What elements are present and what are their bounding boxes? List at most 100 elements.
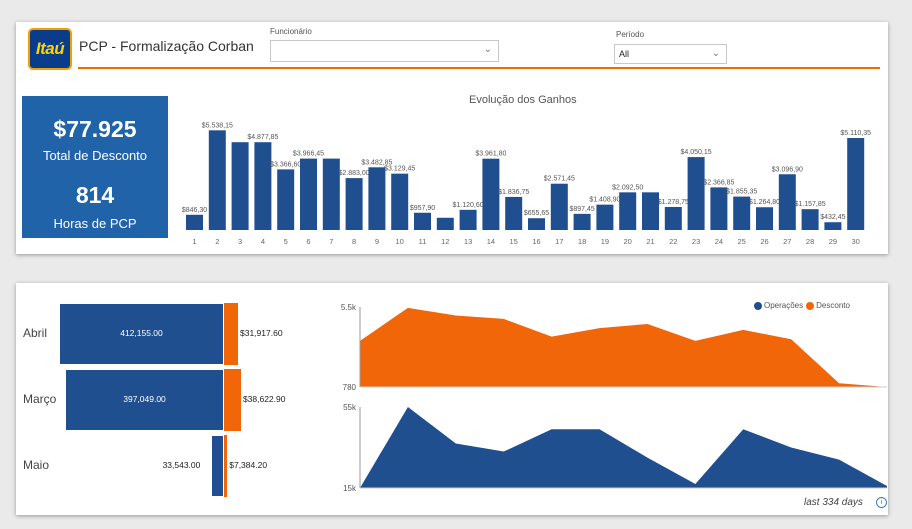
y-tick-label: 55k bbox=[343, 403, 357, 412]
bar-chart-title: Evolução dos Ganhos bbox=[469, 94, 577, 106]
data-label: $1.264,80 bbox=[749, 199, 780, 206]
data-label: $1.836,75 bbox=[498, 189, 529, 196]
data-label: $957,90 bbox=[410, 205, 435, 212]
x-tick-label: 9 bbox=[375, 237, 379, 246]
funnel-desconto-value: $7,384.20 bbox=[229, 460, 268, 470]
bar[interactable] bbox=[664, 206, 682, 230]
bar[interactable] bbox=[596, 204, 614, 230]
page-title: PCP - Formalização Corban bbox=[79, 38, 254, 54]
funnel-bar-desconto[interactable] bbox=[224, 435, 228, 497]
bar[interactable] bbox=[687, 157, 705, 230]
funnel-bar-desconto[interactable] bbox=[224, 369, 241, 431]
x-tick-label: 4 bbox=[261, 237, 265, 246]
funnel-category: Março bbox=[23, 392, 57, 406]
data-label: $3.966,45 bbox=[293, 151, 324, 158]
bar[interactable] bbox=[254, 142, 272, 230]
data-label: $5.538,15 bbox=[202, 122, 233, 129]
x-tick-label: 22 bbox=[669, 237, 677, 246]
bar[interactable] bbox=[368, 167, 386, 230]
area-series-operações[interactable] bbox=[360, 407, 887, 488]
x-tick-label: 3 bbox=[238, 237, 242, 246]
funnel-operacoes-value: 33,543.00 bbox=[162, 460, 201, 470]
x-tick-label: 12 bbox=[441, 237, 449, 246]
x-tick-label: 23 bbox=[692, 237, 700, 246]
funnel-desconto-value: $38,622.90 bbox=[242, 394, 286, 404]
data-label: $4.877,85 bbox=[247, 134, 278, 141]
bar[interactable] bbox=[847, 138, 865, 230]
bottom-panel: Abril 412,155.00 $31,917.60 Março 397,049.00… bbox=[16, 283, 888, 515]
bar[interactable] bbox=[619, 192, 637, 230]
funnel-operacoes-value: 397,049.00 bbox=[123, 394, 166, 404]
x-tick-label: 28 bbox=[806, 237, 814, 246]
data-label: $1.157,85 bbox=[795, 201, 826, 208]
periodo-dropdown[interactable]: All ⌄ bbox=[614, 44, 727, 64]
data-label: $3.129,45 bbox=[384, 166, 415, 173]
bar[interactable] bbox=[573, 213, 591, 230]
bar[interactable] bbox=[550, 183, 568, 230]
funnel-bar-operacoes[interactable] bbox=[210, 435, 224, 497]
chevron-down-icon: ⌄ bbox=[483, 44, 492, 55]
bar[interactable] bbox=[733, 196, 751, 230]
data-label: $2.571,45 bbox=[544, 176, 575, 183]
x-tick-label: 15 bbox=[510, 237, 518, 246]
legend-dot bbox=[754, 301, 762, 310]
bar[interactable] bbox=[345, 178, 363, 230]
funnel-bar-desconto[interactable] bbox=[224, 303, 238, 365]
x-tick-label: 25 bbox=[738, 237, 746, 246]
bar[interactable] bbox=[208, 130, 226, 230]
bar[interactable] bbox=[391, 173, 409, 230]
info-icon[interactable]: i bbox=[876, 497, 887, 508]
legend-label: Operações bbox=[764, 301, 804, 310]
x-tick-label: 19 bbox=[601, 237, 609, 246]
total-desconto-value: $77.925 bbox=[53, 116, 137, 142]
x-tick-label: 16 bbox=[532, 237, 540, 246]
horas-pcp-label: Horas de PCP bbox=[53, 216, 137, 231]
bar[interactable] bbox=[482, 158, 500, 230]
y-tick-label: 15k bbox=[343, 484, 357, 491]
kpi-card: $77.925 Total de Desconto 814 Horas de P… bbox=[22, 96, 168, 238]
bar[interactable] bbox=[642, 192, 659, 230]
bar[interactable] bbox=[414, 212, 431, 230]
bar[interactable] bbox=[824, 222, 842, 230]
x-tick-label: 11 bbox=[419, 237, 427, 246]
data-label: $3.096,90 bbox=[772, 166, 803, 173]
funcionario-dropdown[interactable]: ⌄ bbox=[270, 40, 499, 62]
legend-dot bbox=[806, 301, 815, 310]
x-tick-label: 14 bbox=[487, 237, 495, 246]
x-tick-label: 5 bbox=[284, 237, 288, 246]
top-panel: Itaú PCP - Formalização Corban Funcionár… bbox=[16, 22, 888, 254]
bar[interactable] bbox=[710, 187, 728, 230]
x-tick-label: 21 bbox=[646, 237, 654, 246]
y-tick-label: 780 bbox=[343, 383, 357, 392]
area-series-desconto[interactable] bbox=[360, 307, 887, 387]
bar[interactable] bbox=[528, 218, 545, 230]
bar[interactable] bbox=[801, 209, 819, 230]
itau-logo: Itaú bbox=[28, 28, 72, 70]
funnel-category: Abril bbox=[23, 326, 48, 340]
bar[interactable] bbox=[756, 207, 773, 230]
data-label: $1.408,90 bbox=[589, 197, 620, 204]
bar[interactable] bbox=[322, 158, 340, 230]
periodo-value: All bbox=[619, 49, 630, 59]
data-label: $5.110,35 bbox=[840, 130, 871, 137]
x-tick-label: 10 bbox=[396, 237, 404, 246]
bar[interactable] bbox=[300, 158, 317, 230]
data-label: $655,65 bbox=[524, 210, 549, 217]
x-tick-label: 8 bbox=[352, 237, 356, 246]
bar[interactable] bbox=[459, 209, 477, 230]
bar[interactable] bbox=[231, 142, 249, 230]
bar[interactable] bbox=[186, 214, 203, 230]
bar[interactable] bbox=[505, 196, 523, 230]
data-label: $4.050,15 bbox=[681, 149, 712, 156]
bar[interactable] bbox=[436, 217, 454, 230]
x-tick-label: 1 bbox=[192, 237, 196, 246]
data-label: $1.855,35 bbox=[726, 189, 757, 196]
legend-item-operacoes[interactable]: Operações bbox=[754, 301, 803, 310]
periodo-label: Período bbox=[616, 30, 645, 39]
data-label: $2.883,00 bbox=[339, 170, 370, 177]
bar[interactable] bbox=[277, 169, 295, 230]
legend-item-desconto[interactable]: Desconto bbox=[806, 301, 850, 310]
area-legend: Operações Desconto bbox=[754, 301, 853, 310]
bar[interactable] bbox=[778, 174, 796, 230]
chevron-down-icon: ⌄ bbox=[711, 48, 720, 59]
